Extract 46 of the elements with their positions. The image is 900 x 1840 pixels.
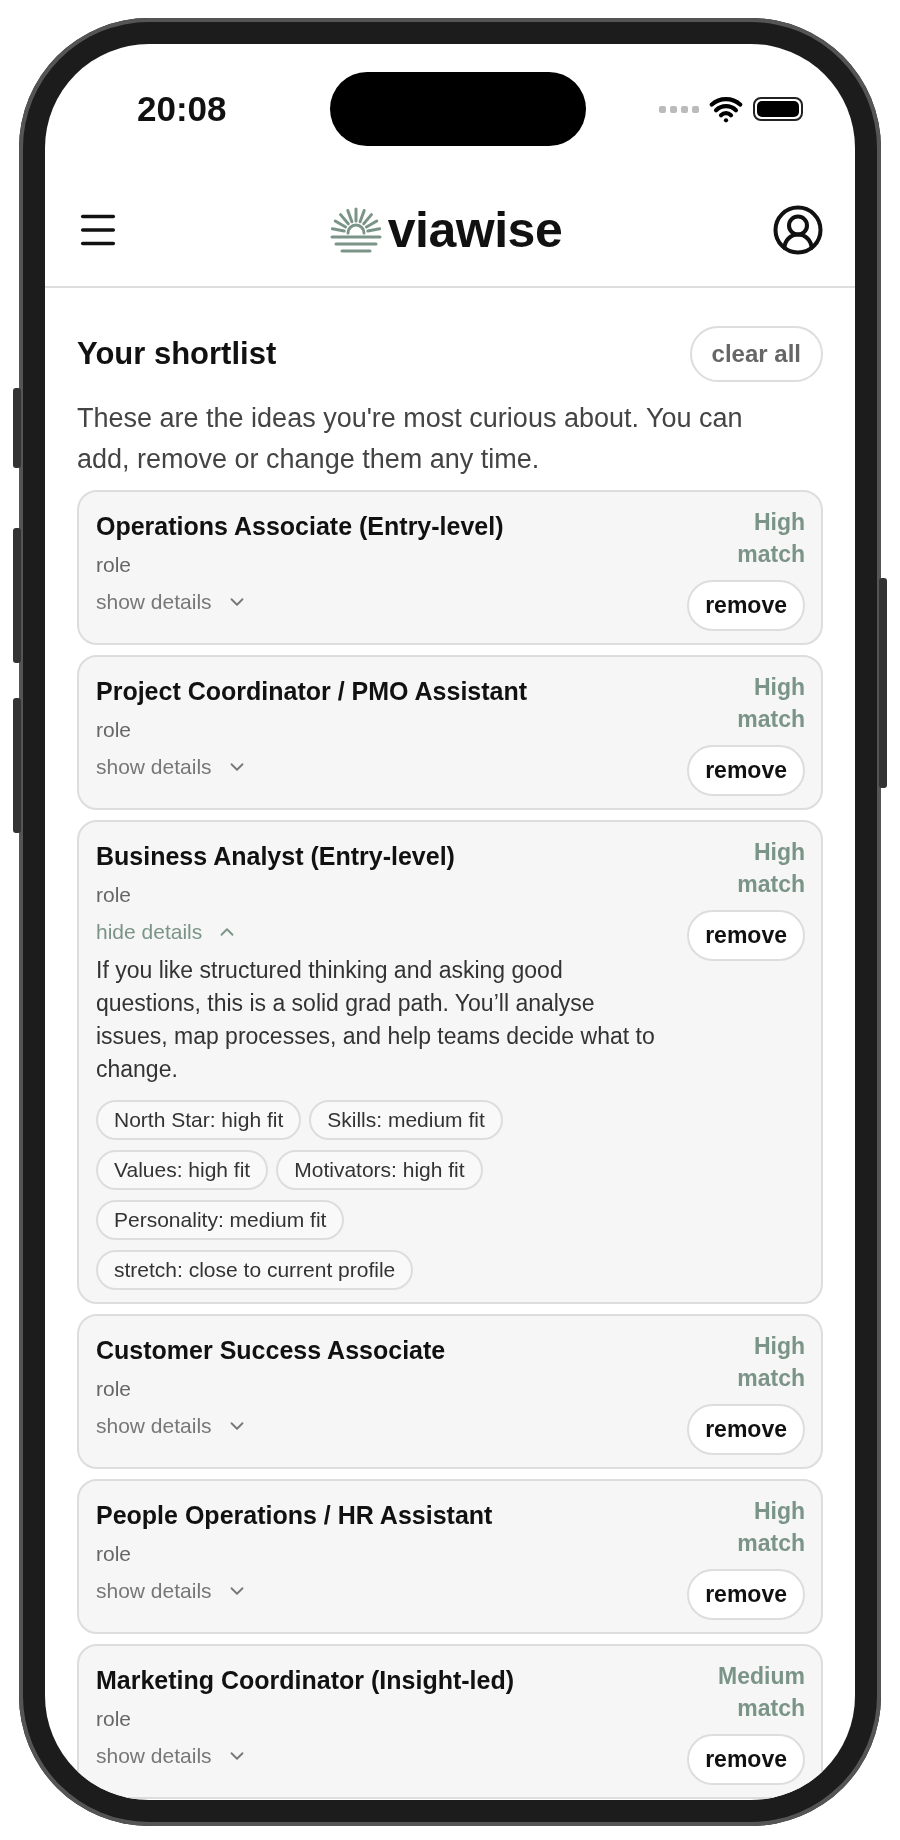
fit-tag: Personality: medium fit [96, 1200, 345, 1240]
card-title: Customer Success Associate [96, 1336, 446, 1365]
card-type: role [96, 883, 132, 907]
remove-button[interactable]: remove [687, 910, 805, 961]
clear-all-button[interactable]: clear all [689, 326, 823, 382]
card-title: People Operations / HR Assistant [96, 1501, 493, 1530]
match-label: High match [736, 673, 805, 734]
details-toggle[interactable]: show details [96, 1414, 248, 1438]
fit-tag: stretch: close to current profile [96, 1250, 414, 1290]
match-label: High match [736, 1497, 805, 1558]
details-toggle[interactable]: show details [96, 590, 248, 614]
remove-button[interactable]: remove [687, 1404, 805, 1455]
card-title: Marketing Coordinator (Insight-led) [96, 1666, 515, 1695]
fit-tag: Values: high fit [96, 1150, 269, 1190]
card-type: role [96, 718, 132, 742]
details-toggle[interactable]: show details [96, 1579, 248, 1603]
card-type: role [96, 1707, 132, 1731]
details-toggle[interactable]: show details [96, 1744, 248, 1768]
remove-button[interactable]: remove [687, 1569, 805, 1620]
match-label: High match [736, 838, 805, 899]
page-title: Your shortlist [77, 336, 277, 372]
remove-button[interactable]: remove [687, 745, 805, 796]
battery-icon [753, 97, 803, 121]
logo-icon [329, 205, 382, 255]
details-toggle[interactable]: show details [96, 755, 248, 779]
match-label: High match [736, 508, 805, 569]
card-type: role [96, 1377, 132, 1401]
card-title: Business Analyst (Entry-level) [96, 842, 455, 871]
card-type: role [96, 1542, 132, 1566]
intro-text: These are the ideas you're most curious about. You can add, remove or change them any time. [77, 402, 744, 476]
fit-tag: Motivators: high fit [276, 1150, 483, 1190]
fit-tag: North Star: high fit [96, 1100, 302, 1140]
remove-button[interactable]: remove [687, 580, 805, 631]
details-toggle[interactable]: hide details [96, 920, 239, 944]
fit-tag: Skills: medium fit [309, 1100, 503, 1140]
profile-icon[interactable] [771, 203, 825, 257]
signal-icon [659, 105, 699, 113]
card-title: Operations Associate (Entry-level) [96, 512, 504, 541]
remove-button[interactable]: remove [687, 1734, 805, 1785]
status-time: 20:08 [137, 89, 227, 129]
logo-text: viawise [387, 201, 563, 259]
match-label: Medium match [717, 1662, 805, 1723]
card-type: role [96, 553, 132, 577]
card-title: Project Coordinator / PMO Assistant [96, 677, 528, 706]
card-description: If you like structured thinking and asking good questions, this is a solid grad path. You’ll analyse issues, map processes, and help teams decide what to change. [96, 956, 656, 1084]
match-label: High match [736, 1332, 805, 1393]
